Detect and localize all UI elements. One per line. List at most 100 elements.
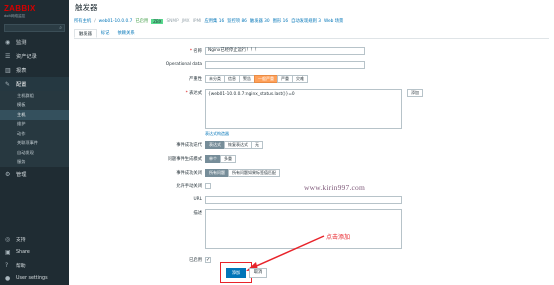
name-field[interactable]: Nginx已经停止运行！！！	[205, 47, 365, 55]
name-label: * 名称	[189, 49, 202, 54]
menu-label: 支持	[16, 238, 26, 243]
event-gen-recovery[interactable]: 恢复表达式	[224, 141, 252, 149]
wrench-icon: ✎	[5, 80, 11, 88]
severity-information[interactable]: 信息	[224, 75, 240, 83]
add-button[interactable]: 添加	[226, 268, 246, 278]
nav-discovery-rules[interactable]: 自动发现规则 3	[291, 18, 321, 24]
snmp-badge: SNMP	[166, 18, 179, 24]
event-gen-expression[interactable]: 表达式	[205, 141, 225, 149]
jmx-badge: JMX	[181, 18, 190, 24]
problem-mode-single[interactable]: 单个	[205, 155, 221, 163]
ok-close-tag-match[interactable]: 所有问题如果标签值匹配	[228, 169, 280, 177]
gear-icon: ⚙	[5, 170, 11, 178]
search-icon: ⌕	[59, 25, 62, 31]
brand-subtitle: dolt网络监控	[4, 14, 26, 18]
problem-mode-selector: 单个 多重	[205, 155, 236, 163]
logo[interactable]: ZABBIX dolt网络监控	[0, 0, 69, 22]
menu-inventory[interactable]: ☰ 资产记录	[0, 49, 69, 63]
menu-label: 资产记录	[16, 53, 37, 60]
severity-label: 严重性	[189, 77, 202, 82]
breadcrumb-host[interactable]: web01-10.0.0.7	[99, 19, 133, 24]
submenu-actions[interactable]: 动作	[0, 129, 69, 139]
menu-label: 监测	[16, 39, 27, 46]
problem-mode-multiple[interactable]: 多重	[220, 155, 236, 163]
event-generation-label: 事件成功迭代	[176, 143, 202, 148]
description-label: 描述	[193, 211, 202, 216]
event-generation-selector: 表达式 恢复表达式 无	[205, 141, 263, 149]
submenu-templates[interactable]: 模板	[0, 101, 69, 111]
ok-close-selector: 所有问题 所有问题如果标签值匹配	[205, 169, 280, 177]
user-icon: ●	[5, 275, 11, 282]
problem-mode-label: 问题事件生成模式	[167, 157, 202, 162]
tab-tags[interactable]: 标记	[97, 29, 114, 38]
severity-warning[interactable]: 警告	[239, 75, 255, 83]
cancel-button[interactable]: 取消	[249, 268, 267, 278]
expression-add-button[interactable]: 添加	[407, 89, 423, 97]
sidebar-bottom: ◎ 支持 ▣ Share ? 帮助 ● User settings	[0, 233, 69, 285]
submenu-hosts[interactable]: 主机	[0, 110, 69, 120]
ok-close-all[interactable]: 所有问题	[205, 169, 229, 177]
submenu-host-groups[interactable]: 主机群组	[0, 91, 69, 101]
expression-label: * 表达式	[185, 91, 202, 96]
nav-applications[interactable]: 应用集 16	[204, 18, 224, 24]
annotation-text: 点击添加	[326, 234, 351, 241]
menu-reports[interactable]: ▥ 报表	[0, 63, 69, 77]
nav-graphs[interactable]: 图形 16	[273, 18, 288, 24]
sidebar-search-input[interactable]: ⌕	[4, 24, 65, 32]
submenu-maintenance[interactable]: 维护	[0, 120, 69, 130]
manual-close-checkbox[interactable]	[205, 183, 211, 189]
menu-label: User settings	[16, 276, 48, 281]
brand-logo: ZABBIX	[4, 4, 36, 13]
nav-web-scenarios[interactable]: Web 场景	[324, 18, 343, 24]
severity-not-classified[interactable]: 未分类	[205, 75, 225, 83]
help-icon: ?	[5, 262, 9, 269]
url-label: URL	[193, 197, 202, 202]
list-icon: ☰	[5, 52, 11, 60]
menu-user-settings[interactable]: ● User settings	[0, 272, 69, 285]
menu-help[interactable]: ? 帮助	[0, 259, 69, 272]
severity-high[interactable]: 严重	[277, 75, 293, 83]
zbx-badge: ZBX	[151, 18, 164, 24]
watermark: www.kirin997.com	[304, 183, 366, 192]
expression-constructor-link[interactable]: 表达式构造器	[205, 131, 229, 137]
menu-support[interactable]: ◎ 支持	[0, 233, 69, 246]
expression-textarea[interactable]: {web01-10.0.0.7:nginx_status.last()}=0	[205, 89, 402, 129]
menu-administration[interactable]: ⚙ 管理	[0, 167, 69, 181]
event-gen-none[interactable]: 无	[251, 141, 263, 149]
tab-dependencies[interactable]: 依赖关系	[113, 29, 138, 38]
manual-close-label: 允许手动关闭	[176, 184, 202, 189]
chart-icon: ▥	[5, 66, 11, 74]
menu-label: 帮助	[16, 264, 26, 269]
severity-disaster[interactable]: 灾难	[292, 75, 308, 83]
severity-selector: 未分类 信息 警告 一般严重 严重 灾难	[205, 75, 308, 83]
breadcrumb-separator: /	[94, 18, 96, 24]
url-field[interactable]	[205, 196, 402, 204]
breadcrumb-all-hosts[interactable]: 所有主机	[74, 18, 91, 24]
menu-label: Share	[16, 250, 30, 255]
menu-share[interactable]: ▣ Share	[0, 246, 69, 259]
menu-label: 报表	[16, 67, 27, 74]
ipmi-badge: IPMI	[192, 18, 202, 24]
menu-monitoring[interactable]: ◉ 监测	[0, 35, 69, 49]
menu-label: 管理	[16, 171, 27, 178]
severity-average[interactable]: 一般严重	[254, 75, 278, 83]
enabled-label: 已启用	[189, 258, 202, 263]
menu-label: 配置	[16, 81, 27, 88]
page-title: 触发器	[75, 3, 98, 12]
submenu-services[interactable]: 服务	[0, 158, 69, 168]
ok-close-label: 事件成功关闭	[176, 171, 202, 176]
menu-configuration[interactable]: ✎ 配置	[0, 77, 69, 91]
submenu-discovery[interactable]: 自动发现	[0, 148, 69, 158]
enabled-checkbox[interactable]: ✓	[205, 257, 211, 263]
tab-trigger[interactable]: 触发器	[74, 29, 97, 38]
nav-triggers[interactable]: 触发器 30	[250, 18, 270, 24]
opdata-field[interactable]	[205, 61, 365, 69]
share-icon: ▣	[5, 249, 11, 256]
breadcrumb: 所有主机 / web01-10.0.0.7 已启用 ZBX SNMP JMX I…	[74, 16, 346, 26]
main-content: 触发器 所有主机 / web01-10.0.0.7 已启用 ZBX SNMP J…	[69, 0, 554, 285]
support-icon: ◎	[5, 236, 11, 243]
submenu-event-correlation[interactable]: 关联项事件	[0, 139, 69, 149]
status-badge[interactable]: 已启用	[135, 18, 148, 24]
nav-items[interactable]: 监控项 86	[227, 18, 247, 24]
opdata-label: Operational data	[165, 62, 202, 67]
